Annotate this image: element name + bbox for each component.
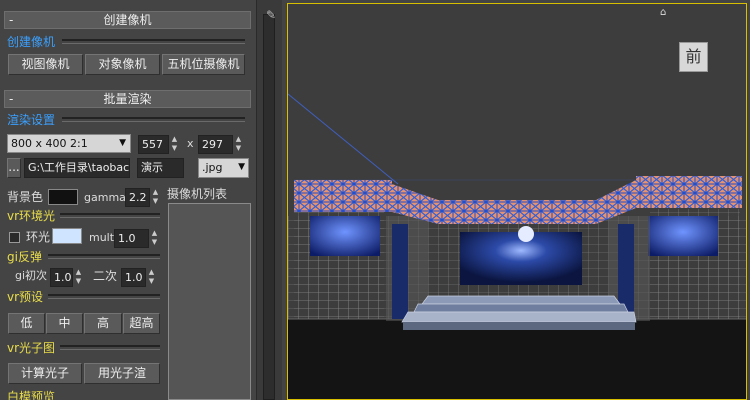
preset-high-button[interactable]: 高 [84, 313, 122, 334]
render-settings-label: 渲染设置 [7, 113, 56, 127]
bg-color-swatch[interactable] [48, 189, 78, 205]
preset-low-button[interactable]: 低 [8, 313, 45, 334]
white-model-preview-label: 白模预览 [7, 390, 56, 400]
command-panel: - 创建像机 创建像机 视图像机 对象像机 五机位摄像机 - 批量渲染 渲染设置… [0, 0, 256, 400]
divider [60, 345, 160, 350]
floor [288, 319, 746, 399]
preset-medium-button[interactable]: 中 [46, 313, 83, 334]
rollout-title: 创建像机 [103, 13, 152, 27]
calc-photon-button[interactable]: 计算光子 [8, 363, 82, 384]
gi-primary-field[interactable]: 1.0 [50, 268, 73, 287]
gi-secondary-label: 二次 [93, 269, 118, 283]
gamma-label: gamma [84, 191, 126, 204]
photon-map-label: vr光子图 [7, 341, 56, 355]
create-camera-label: 创建像机 [7, 35, 56, 49]
mult-label: mult [89, 231, 115, 244]
divider [48, 254, 160, 259]
preset-ultra-button[interactable]: 超高 [123, 313, 160, 334]
left-truss [294, 180, 392, 212]
home-icon[interactable]: ⌂ [660, 7, 671, 18]
front-viewport[interactable]: ⌂ 前 [287, 3, 747, 400]
height-field[interactable]: 297 [198, 135, 233, 154]
vr-env-label: vr环境光 [7, 209, 56, 223]
rollout-batch-render[interactable]: - 批量渲染 [4, 90, 251, 108]
resolution-value: 800 x 400 2:1 [11, 137, 88, 150]
gi-secondary-field[interactable]: 1.0 [121, 268, 146, 287]
gi-bounce-label: gi反弹 [7, 250, 42, 264]
gi-primary-label: gi初次 [15, 269, 48, 282]
pin-icon[interactable]: ✎ [264, 8, 278, 22]
collapse-icon[interactable]: - [9, 12, 13, 28]
view-camera-button[interactable]: 视图像机 [8, 54, 83, 75]
camera-list-label: 摄像机列表 [167, 187, 228, 201]
collapse-icon[interactable]: - [9, 91, 13, 107]
divider [60, 213, 160, 218]
spinner-icon[interactable]: ▲ ▼ [170, 135, 179, 154]
divider [62, 39, 245, 44]
chevron-down-icon: ▼ [119, 138, 126, 148]
left-led-screen [310, 216, 380, 256]
spinner-icon[interactable]: ▲ ▼ [234, 135, 243, 154]
spinner-icon[interactable]: ▲ ▼ [147, 268, 156, 287]
gamma-field[interactable]: 2.2 [125, 188, 150, 207]
bg-color-label: 背景色 [7, 190, 44, 204]
right-led-screen [648, 216, 718, 256]
chevron-down-icon: ▼ [238, 162, 245, 172]
object-camera-button[interactable]: 对象像机 [85, 54, 160, 75]
spinner-icon[interactable]: ▲ ▼ [74, 268, 83, 287]
divider [62, 117, 245, 122]
width-field[interactable]: 557 [138, 135, 169, 154]
ambient-checkbox[interactable] [9, 232, 20, 243]
ambient-color-swatch[interactable] [52, 228, 82, 244]
vr-preset-label: vr预设 [7, 290, 44, 304]
rollout-title: 批量渲染 [103, 92, 152, 106]
file-name-field[interactable]: 演示 [137, 158, 184, 178]
output-path-field[interactable]: G:\工作目录\taobac [24, 158, 130, 178]
divider [48, 294, 160, 299]
format-value: .jpg [202, 161, 223, 174]
browse-button[interactable]: ... [7, 158, 21, 178]
resolution-dropdown[interactable]: 800 x 400 2:1 ▼ [7, 134, 131, 153]
right-truss [636, 176, 742, 208]
camera-list[interactable] [168, 203, 251, 400]
rollout-create-camera[interactable]: - 创建像机 [4, 11, 251, 29]
use-photon-button[interactable]: 用光子渲 [84, 363, 160, 384]
scroll-thumb[interactable] [263, 14, 275, 400]
spinner-icon[interactable]: ▲ ▼ [151, 188, 160, 207]
mult-field[interactable]: 1.0 [114, 229, 149, 248]
format-dropdown[interactable]: .jpg ▼ [198, 158, 249, 178]
five-camera-button[interactable]: 五机位摄像机 [162, 54, 245, 75]
viewcube[interactable]: 前 [679, 42, 708, 72]
spinner-icon[interactable]: ▲ ▼ [150, 229, 159, 248]
ambient-label: 环光 [26, 230, 51, 244]
times-label: x [187, 137, 194, 150]
